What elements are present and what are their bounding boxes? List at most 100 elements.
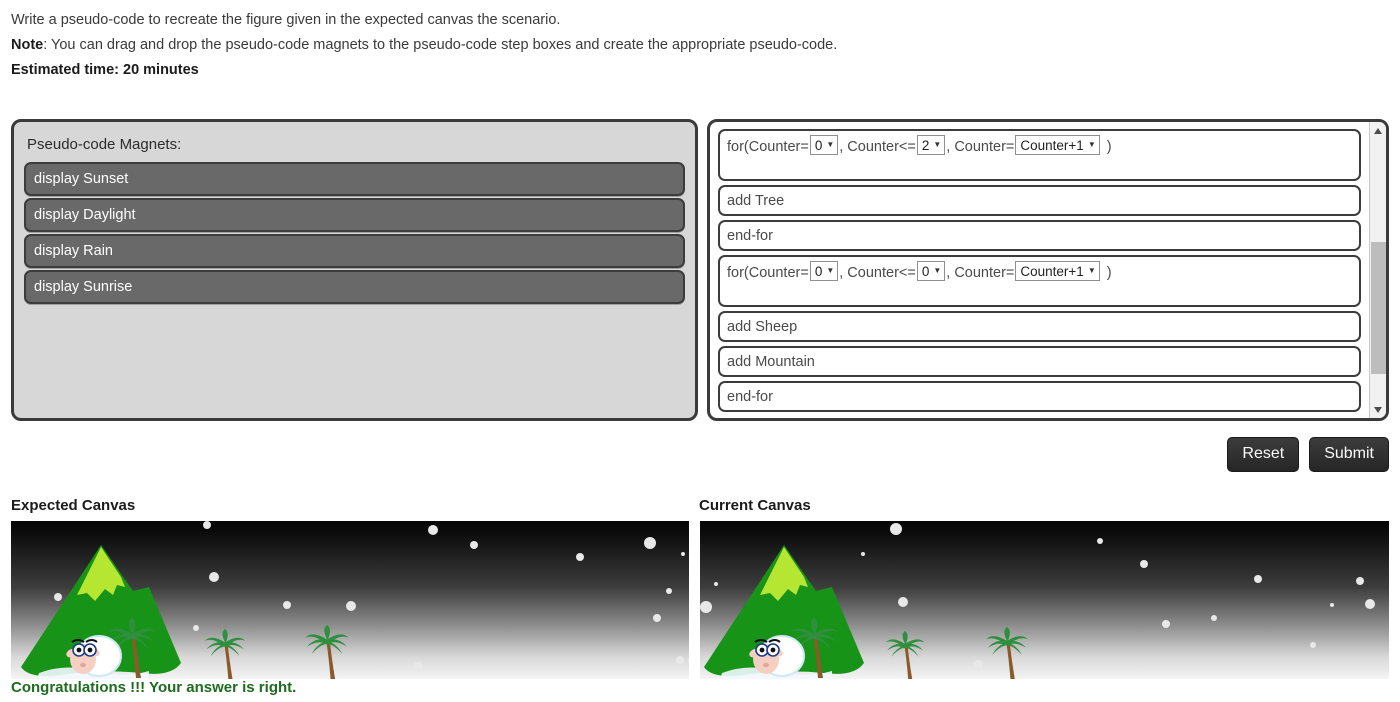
for-increment-value: Counter+1 bbox=[1020, 263, 1084, 279]
step-label: add Tree bbox=[727, 192, 785, 209]
star bbox=[576, 553, 584, 561]
magnet-item[interactable]: display Sunset bbox=[24, 162, 685, 196]
chevron-down-icon: ▼ bbox=[826, 266, 835, 275]
star bbox=[346, 601, 356, 611]
step-box[interactable]: add Sheep bbox=[718, 311, 1361, 342]
step-label: add Mountain bbox=[727, 353, 815, 370]
step-box[interactable]: end-for bbox=[718, 381, 1361, 412]
for-increment-select[interactable]: Counter+1 ▼ bbox=[1015, 261, 1100, 281]
scroll-up-button[interactable] bbox=[1370, 122, 1386, 139]
star bbox=[653, 614, 661, 622]
star bbox=[898, 597, 908, 607]
star bbox=[644, 537, 656, 549]
for-limit-value: 0 bbox=[921, 263, 930, 279]
expected-canvas-label: Expected Canvas bbox=[11, 497, 136, 514]
current-canvas bbox=[700, 521, 1389, 679]
page-root: Write a pseudo-code to recreate the figu… bbox=[0, 0, 1400, 702]
instruction-note: Note: You can drag and drop the pseudo-c… bbox=[11, 33, 1400, 58]
sheep-icon bbox=[749, 635, 805, 677]
star bbox=[1365, 599, 1375, 609]
panels-row: Pseudo-code Magnets: display Sunset disp… bbox=[11, 119, 1389, 421]
star bbox=[688, 656, 689, 664]
steps-scroll-area: for(Counter= 0 ▼ , Counter<= 2 ▼ , Counter… bbox=[710, 122, 1369, 418]
palm-tree-icon bbox=[305, 625, 349, 679]
palm-tree-icon bbox=[885, 631, 925, 679]
step-box[interactable]: for(Counter= 0 ▼ , Counter<= 2 ▼ , Counter… bbox=[718, 129, 1361, 181]
star bbox=[676, 656, 684, 664]
chevron-down-icon: ▼ bbox=[1087, 266, 1096, 275]
reset-button[interactable]: Reset bbox=[1227, 437, 1300, 472]
submit-button[interactable]: Submit bbox=[1309, 437, 1389, 472]
chevron-down-icon: ▼ bbox=[1087, 140, 1096, 149]
star bbox=[666, 588, 672, 594]
current-scene bbox=[700, 521, 1389, 679]
star bbox=[890, 523, 902, 535]
star bbox=[1211, 615, 1217, 621]
step-label: add Sheep bbox=[727, 318, 798, 335]
star bbox=[428, 525, 438, 535]
note-text: : You can drag and drop the pseudo-code … bbox=[43, 37, 838, 53]
chevron-down-icon: ▼ bbox=[933, 266, 942, 275]
star bbox=[203, 521, 211, 529]
pseudo-code-magnets-panel: Pseudo-code Magnets: display Sunset disp… bbox=[11, 119, 698, 421]
for-init-select[interactable]: 0 ▼ bbox=[809, 135, 839, 155]
star bbox=[1140, 560, 1148, 568]
palm-tree-icon bbox=[204, 629, 246, 679]
star bbox=[1356, 577, 1364, 585]
current-canvas-label: Current Canvas bbox=[699, 497, 811, 514]
action-buttons: Reset Submit bbox=[1227, 437, 1389, 472]
step-text-mid: , Counter<= bbox=[839, 265, 916, 281]
for-init-select[interactable]: 0 ▼ bbox=[809, 261, 839, 281]
palm-tree-icon bbox=[986, 627, 1028, 679]
step-box[interactable]: for(Counter= 0 ▼ , Counter<= 0 ▼ , Counter… bbox=[718, 255, 1361, 307]
step-text-mid2: , Counter= bbox=[946, 265, 1015, 281]
magnet-item[interactable]: display Sunrise bbox=[24, 270, 685, 304]
for-init-value: 0 bbox=[814, 137, 823, 153]
star bbox=[413, 662, 423, 672]
step-label: end-for bbox=[727, 388, 773, 405]
step-box[interactable]: end-for bbox=[718, 220, 1361, 251]
note-label: Note bbox=[11, 37, 44, 53]
step-text-suffix: ) bbox=[1106, 139, 1112, 155]
steps-vertical-scrollbar[interactable] bbox=[1369, 122, 1386, 418]
magnets-panel-title: Pseudo-code Magnets: bbox=[27, 136, 182, 153]
triangle-down-icon bbox=[1374, 406, 1382, 413]
for-init-value: 0 bbox=[814, 263, 823, 279]
step-text-prefix: for(Counter= bbox=[727, 265, 809, 281]
for-increment-value: Counter+1 bbox=[1020, 137, 1084, 153]
step-box[interactable]: add Mountain bbox=[718, 346, 1361, 377]
triangle-up-icon bbox=[1374, 127, 1382, 134]
for-limit-value: 2 bbox=[921, 137, 930, 153]
for-increment-select[interactable]: Counter+1 ▼ bbox=[1015, 135, 1100, 155]
pseudo-code-steps-panel: for(Counter= 0 ▼ , Counter<= 2 ▼ , Counter… bbox=[707, 119, 1389, 421]
magnet-item[interactable]: display Daylight bbox=[24, 198, 685, 232]
magnet-item[interactable]: display Rain bbox=[24, 234, 685, 268]
star bbox=[209, 572, 219, 582]
step-text-prefix: for(Counter= bbox=[727, 139, 809, 155]
step-box[interactable]: add Tree bbox=[718, 185, 1361, 216]
scroll-down-button[interactable] bbox=[1370, 401, 1386, 418]
chevron-down-icon: ▼ bbox=[933, 140, 942, 149]
chevron-down-icon: ▼ bbox=[826, 140, 835, 149]
sheep-icon bbox=[66, 635, 122, 677]
for-limit-select[interactable]: 2 ▼ bbox=[916, 135, 946, 155]
star bbox=[1097, 538, 1103, 544]
instructions-block: Write a pseudo-code to recreate the figu… bbox=[0, 0, 1400, 83]
star bbox=[1254, 575, 1262, 583]
star bbox=[1162, 620, 1170, 628]
step-text-suffix: ) bbox=[1106, 265, 1112, 281]
star bbox=[283, 601, 291, 609]
moon-icon bbox=[351, 548, 371, 588]
expected-canvas bbox=[11, 521, 689, 679]
moon-icon bbox=[1030, 543, 1050, 583]
star bbox=[470, 541, 478, 549]
for-limit-select[interactable]: 0 ▼ bbox=[916, 261, 946, 281]
step-label: end-for bbox=[727, 227, 773, 244]
star bbox=[1330, 603, 1334, 607]
step-text-mid2: , Counter= bbox=[946, 139, 1015, 155]
expected-scene bbox=[11, 521, 689, 679]
instruction-line-1: Write a pseudo-code to recreate the figu… bbox=[11, 12, 561, 28]
scrollbar-thumb[interactable] bbox=[1371, 242, 1386, 374]
step-text-mid: , Counter<= bbox=[839, 139, 916, 155]
result-message: Congratulations !!! Your answer is right… bbox=[11, 679, 297, 696]
